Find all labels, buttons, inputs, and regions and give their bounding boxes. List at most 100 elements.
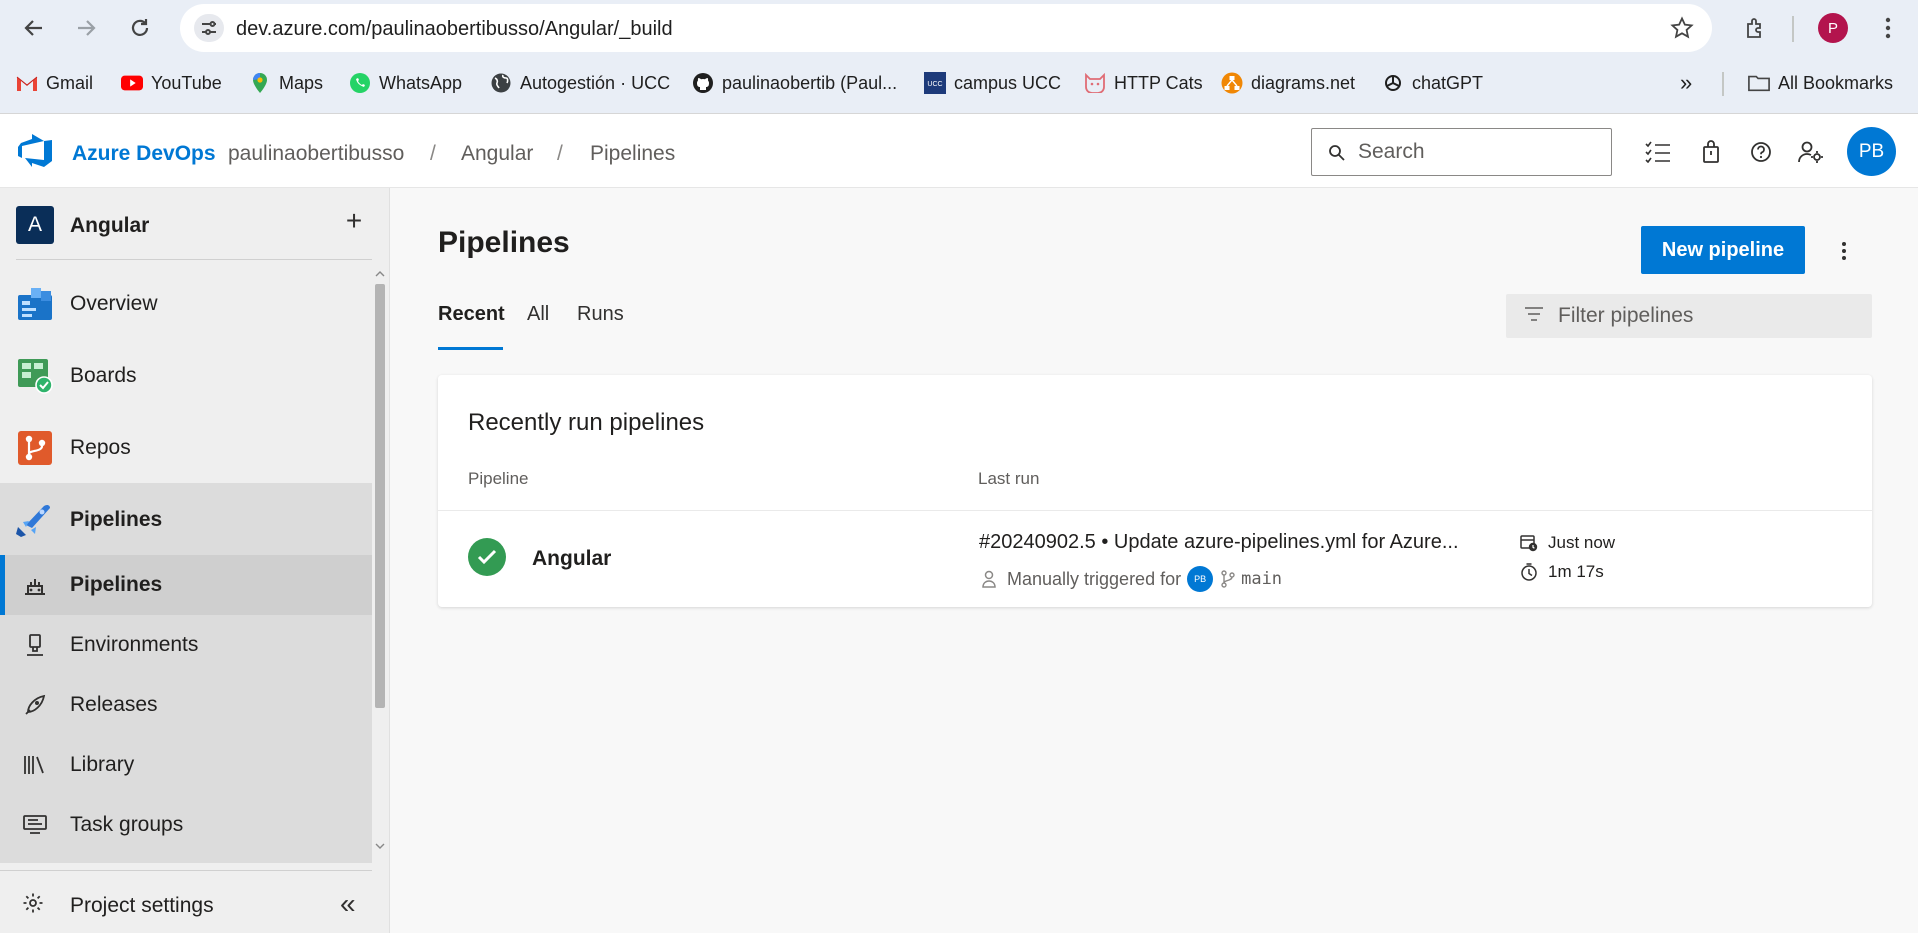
user-settings-icon[interactable] bbox=[1797, 138, 1825, 166]
work-items-icon[interactable] bbox=[1644, 138, 1672, 166]
sidebar-subitem-releases[interactable]: Releases bbox=[0, 675, 372, 735]
back-button[interactable] bbox=[18, 12, 50, 44]
project-settings-button[interactable]: Project settings « bbox=[0, 876, 390, 932]
address-bar[interactable]: dev.azure.com/paulinaobertibusso/Angular… bbox=[180, 4, 1712, 52]
whatsapp-icon bbox=[349, 72, 371, 94]
task-groups-icon bbox=[22, 812, 48, 838]
search-input[interactable] bbox=[1358, 137, 1598, 167]
maps-icon bbox=[249, 72, 271, 94]
forward-button[interactable] bbox=[70, 12, 102, 44]
tab-all[interactable]: All bbox=[527, 303, 549, 326]
bookmarks-bar: Gmail YouTube Maps WhatsApp Autogestión … bbox=[0, 60, 1918, 106]
library-icon bbox=[22, 752, 48, 778]
github-icon bbox=[692, 72, 714, 94]
project-sidebar: A Angular + Overview Boards Repos Pipeli… bbox=[0, 188, 390, 933]
tab-recent[interactable]: Recent bbox=[438, 303, 505, 326]
sidebar-subitem-library[interactable]: Library bbox=[0, 735, 372, 795]
run-duration: 1m 17s bbox=[1520, 560, 1604, 584]
bookmark-chatgpt[interactable]: chatGPT bbox=[1382, 70, 1483, 96]
bookmark-whatsapp[interactable]: WhatsApp bbox=[349, 70, 462, 96]
bookmark-campus-ucc[interactable]: UCC campus UCC bbox=[924, 70, 1061, 96]
toolbar-divider bbox=[1792, 16, 1794, 42]
releases-icon bbox=[22, 692, 48, 718]
divider bbox=[0, 870, 372, 871]
gmail-icon bbox=[16, 72, 38, 94]
more-bookmarks-button[interactable]: » bbox=[1680, 70, 1692, 96]
bookmark-diagrams[interactable]: diagrams.net bbox=[1221, 70, 1355, 96]
new-pipeline-button[interactable]: New pipeline bbox=[1641, 226, 1805, 274]
search-box[interactable] bbox=[1311, 128, 1612, 176]
branch-icon bbox=[1221, 570, 1235, 588]
add-button[interactable]: + bbox=[339, 205, 369, 236]
timer-icon bbox=[1520, 563, 1538, 581]
cat-icon bbox=[1084, 72, 1106, 94]
tab-runs[interactable]: Runs bbox=[577, 303, 624, 326]
browser-menu-icon[interactable] bbox=[1872, 12, 1904, 44]
filter-box[interactable] bbox=[1506, 294, 1872, 338]
marketplace-bag-icon[interactable] bbox=[1697, 138, 1725, 166]
search-icon bbox=[1329, 145, 1345, 161]
breadcrumb-organization[interactable]: paulinaobertibusso bbox=[228, 142, 404, 166]
sidebar-scrollbar-thumb[interactable] bbox=[375, 284, 385, 708]
scroll-up-icon bbox=[375, 271, 385, 277]
all-bookmarks-button[interactable]: All Bookmarks bbox=[1748, 70, 1893, 96]
sidebar-item-repos[interactable]: Repos bbox=[0, 418, 372, 478]
repos-icon bbox=[16, 429, 54, 467]
azure-devops-logo-icon[interactable] bbox=[18, 134, 54, 173]
run-title[interactable]: #20240902.5 • Update azure-pipelines.yml… bbox=[979, 531, 1459, 554]
calendar-clock-icon bbox=[1520, 534, 1538, 552]
trigger-text: Manually triggered for bbox=[1007, 568, 1182, 589]
bookmark-youtube[interactable]: YouTube bbox=[121, 70, 222, 96]
sidebar-subitem-pipelines[interactable]: Pipelines bbox=[0, 555, 372, 615]
sidebar-item-pipelines[interactable]: Pipelines bbox=[0, 490, 372, 550]
collapse-sidebar-button[interactable]: « bbox=[340, 888, 356, 920]
sidebar-item-boards[interactable]: Boards bbox=[0, 346, 372, 406]
breadcrumb-pipelines[interactable]: Pipelines bbox=[590, 142, 675, 166]
selected-tab-indicator bbox=[438, 347, 503, 350]
gear-icon bbox=[22, 892, 44, 919]
sidebar-item-overview[interactable]: Overview bbox=[0, 274, 372, 334]
person-icon bbox=[982, 570, 996, 588]
trigger-user-avatar: PB bbox=[1187, 566, 1214, 592]
browser-profile-avatar[interactable]: P bbox=[1818, 13, 1848, 43]
overview-icon bbox=[16, 285, 54, 323]
site-info-icon[interactable] bbox=[194, 14, 224, 42]
trigger-info: Manually triggered for PB main bbox=[981, 565, 1282, 593]
bookmark-github[interactable]: paulinaobertib (Paul... bbox=[692, 70, 897, 96]
reload-button[interactable] bbox=[124, 12, 156, 44]
help-icon[interactable] bbox=[1747, 138, 1775, 166]
globe-icon bbox=[490, 72, 512, 94]
pipeline-name[interactable]: Angular bbox=[532, 547, 611, 571]
table-row[interactable]: Angular #20240902.5 • Update azure-pipel… bbox=[438, 511, 1872, 607]
url-text: dev.azure.com/paulinaobertibusso/Angular… bbox=[236, 18, 673, 40]
ucc-icon: UCC bbox=[924, 72, 946, 94]
success-status-icon bbox=[468, 538, 506, 576]
reload-icon bbox=[131, 19, 149, 36]
sidebar-subitem-task-groups[interactable]: Task groups bbox=[0, 795, 372, 855]
bookmark-autogestion[interactable]: Autogestión · UCC bbox=[490, 70, 670, 96]
filter-icon bbox=[1525, 307, 1543, 321]
bookmark-star-icon[interactable] bbox=[1670, 16, 1694, 45]
page-title: Pipelines bbox=[438, 226, 570, 259]
folder-icon bbox=[1748, 72, 1770, 94]
user-avatar[interactable]: PB bbox=[1847, 127, 1896, 176]
extensions-icon[interactable] bbox=[1740, 12, 1772, 44]
column-header-pipeline: Pipeline bbox=[468, 469, 529, 488]
more-actions-icon[interactable] bbox=[1832, 236, 1856, 266]
breadcrumb-separator: / bbox=[557, 142, 563, 165]
breadcrumb-separator: / bbox=[430, 142, 436, 165]
breadcrumb-project[interactable]: Angular bbox=[461, 142, 533, 166]
bookmark-gmail[interactable]: Gmail bbox=[16, 70, 93, 96]
browser-chrome: dev.azure.com/paulinaobertibusso/Angular… bbox=[0, 0, 1918, 114]
scroll-down-icon bbox=[375, 843, 385, 849]
sidebar-subitem-environments[interactable]: Environments bbox=[0, 615, 372, 675]
openai-icon bbox=[1382, 72, 1404, 94]
svg-text:UCC: UCC bbox=[927, 81, 942, 88]
bookmark-maps[interactable]: Maps bbox=[249, 70, 323, 96]
diagrams-icon bbox=[1221, 72, 1243, 94]
project-name[interactable]: Angular bbox=[70, 214, 149, 238]
selected-indicator bbox=[0, 555, 5, 615]
filter-pipelines-input[interactable] bbox=[1558, 302, 1858, 330]
brand-name[interactable]: Azure DevOps bbox=[72, 142, 216, 166]
bookmark-http-cats[interactable]: HTTP Cats bbox=[1084, 70, 1203, 96]
